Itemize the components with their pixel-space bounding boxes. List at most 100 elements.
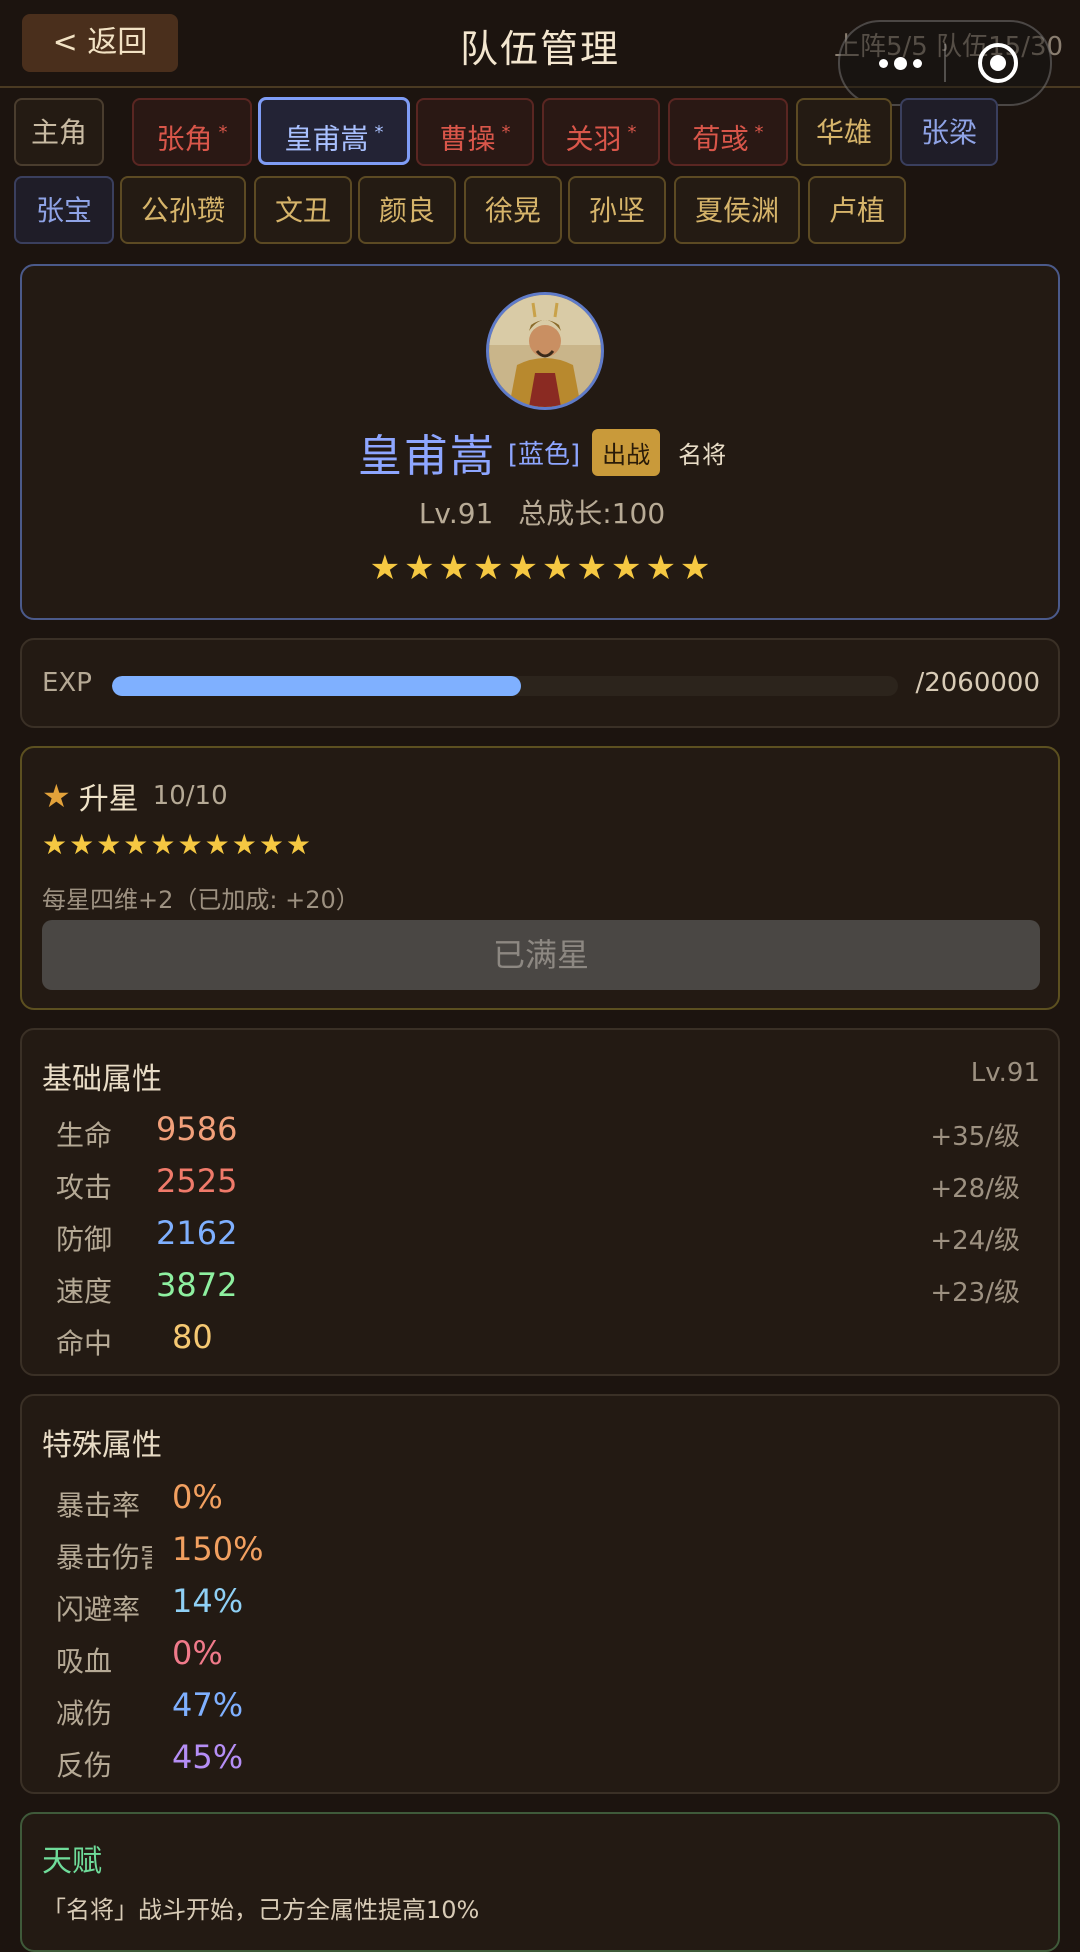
- special-attr-value: 47%: [172, 1686, 244, 1724]
- attr-name: 生命: [56, 1119, 113, 1152]
- close-icon[interactable]: [976, 41, 1020, 85]
- attr-value: 2525: [156, 1162, 238, 1200]
- special-attr-row: 吸血 0%: [56, 1630, 456, 1680]
- hero-tab[interactable]: 主角: [14, 98, 104, 166]
- hero-tab-label: 关羽: [565, 122, 622, 156]
- hero-stars: ★★★★★★★★★★: [369, 548, 715, 588]
- quality-label: [蓝色]: [507, 439, 581, 470]
- special-attr-name: 暴击率: [56, 1489, 141, 1522]
- base-attributes-level: Lv.91: [970, 1058, 1040, 1088]
- hero-growth: 总成长:100: [518, 497, 666, 530]
- star-up-note: 每星四维+2（已加成: +20）: [42, 886, 360, 914]
- special-attr-value: 14%: [172, 1582, 244, 1620]
- star-count: 10/10: [152, 781, 228, 811]
- hero-name: 皇甫嵩: [357, 431, 496, 482]
- exp-panel: EXP /2060000: [20, 638, 1060, 728]
- hero-tab[interactable]: 张梁: [900, 98, 998, 166]
- talent-title: 天赋: [42, 1844, 102, 1879]
- max-star-button[interactable]: 已满星: [42, 920, 1040, 990]
- special-attr-value: 45%: [172, 1738, 244, 1776]
- star-up-stars: ★★★★★★★★★★: [42, 828, 314, 861]
- special-attr-row: 反伤 45%: [56, 1734, 456, 1784]
- star-icon: ★: [42, 777, 71, 815]
- attr-name: 攻击: [56, 1171, 113, 1204]
- star-up-title-row: ★ 升星 10/10: [42, 774, 228, 818]
- hero-tab[interactable]: 华雄: [796, 98, 892, 166]
- hero-tab[interactable]: 张角 *: [132, 98, 252, 166]
- attr-growth: +35/级: [930, 1122, 1020, 1152]
- exp-value: /2060000: [909, 668, 1040, 698]
- hero-tag: 名将: [678, 440, 727, 469]
- hero-tab[interactable]: 皇甫嵩 *: [258, 97, 410, 165]
- hero-tab-label: 张宝: [35, 194, 92, 227]
- attr-growth: +23/级: [930, 1278, 1020, 1308]
- hero-tab[interactable]: 文丑: [254, 176, 352, 244]
- mark-icon: *: [501, 122, 511, 143]
- hero-tab[interactable]: 荀彧 *: [668, 98, 788, 166]
- hero-tab-label: 夏侯渊: [694, 194, 779, 227]
- mark-icon: *: [627, 122, 637, 143]
- attr-name: 防御: [56, 1223, 113, 1256]
- hero-tab-label: 荀彧: [692, 122, 749, 156]
- attr-row: 命中 80: [56, 1314, 1050, 1364]
- hero-tab-label: 文丑: [274, 194, 331, 227]
- attr-name: 速度: [56, 1275, 113, 1308]
- mark-icon: *: [754, 122, 764, 143]
- attr-growth: +24/级: [930, 1226, 1020, 1256]
- hero-tab-label: 张梁: [920, 116, 977, 149]
- special-attributes-title: 特殊属性: [42, 1428, 162, 1463]
- attr-value: 2162: [156, 1214, 238, 1252]
- hero-tab-label: 颜良: [378, 194, 435, 227]
- special-attr-row: 暴击率 0%: [56, 1474, 456, 1524]
- more-icon[interactable]: [870, 48, 930, 78]
- attr-row: 防御 2162 +24/级: [56, 1210, 1050, 1260]
- special-attr-row: 减伤 47%: [56, 1682, 456, 1732]
- mini-program-capsule: [838, 20, 1052, 106]
- attr-row: 速度 3872 +23/级: [56, 1262, 1050, 1312]
- exp-progress-bar: [112, 676, 898, 696]
- special-attributes-panel: 特殊属性 暴击率 0% 暴击伤害 150% 闪避率 14% 吸血 0% 减伤 4…: [20, 1394, 1060, 1794]
- hero-tab[interactable]: 颜良: [358, 176, 456, 244]
- exp-label: EXP: [42, 668, 92, 698]
- hero-tab[interactable]: 徐晃: [464, 176, 562, 244]
- hero-tab[interactable]: 孙坚: [568, 176, 666, 244]
- hero-profile-card: 皇甫嵩 [蓝色] 出战 名将 Lv.91 总成长:100 ★★★★★★★★★★: [20, 264, 1060, 620]
- hero-tab[interactable]: 关羽 *: [542, 98, 660, 166]
- base-attributes-title: 基础属性: [42, 1062, 162, 1097]
- attr-value: 9586: [156, 1110, 238, 1148]
- hero-tab[interactable]: 公孙瓒: [120, 176, 246, 244]
- hero-tab-label: 曹操: [439, 122, 496, 156]
- special-attr-row: 闪避率 14%: [56, 1578, 456, 1628]
- special-attr-name: 暴击伤害: [56, 1541, 152, 1574]
- star-up-title: 升星: [78, 782, 139, 817]
- hero-tab-label: 张角: [156, 122, 213, 156]
- attr-growth: +28/级: [930, 1174, 1020, 1204]
- mark-icon: *: [218, 122, 228, 143]
- star-up-panel: ★ 升星 10/10 ★★★★★★★★★★ 每星四维+2（已加成: +20） 已…: [20, 746, 1060, 1010]
- base-attributes-panel: 基础属性 Lv.91 生命 9586 +35/级 攻击 2525 +28/级 防…: [20, 1028, 1060, 1376]
- hero-tab[interactable]: 张宝: [14, 176, 114, 244]
- hero-tab-label: 卢植: [828, 194, 885, 227]
- hero-tab-label: 徐晃: [484, 194, 541, 227]
- hero-avatar[interactable]: [486, 292, 604, 410]
- hero-tab[interactable]: 夏侯渊: [674, 176, 800, 244]
- hero-name-row: 皇甫嵩 [蓝色] 出战 名将: [22, 420, 1062, 484]
- hero-level: Lv.91: [418, 497, 494, 530]
- attr-value: 80: [172, 1318, 213, 1356]
- hero-tab-label: 公孙瓒: [140, 194, 225, 227]
- hero-tab-label: 主角: [30, 116, 87, 149]
- special-attr-value: 0%: [172, 1478, 223, 1516]
- attr-value: 3872: [156, 1266, 238, 1304]
- special-attr-name: 减伤: [56, 1697, 113, 1730]
- special-attr-name: 反伤: [56, 1749, 113, 1782]
- hero-tab[interactable]: 卢植: [808, 176, 906, 244]
- hero-tab-label: 华雄: [815, 116, 872, 149]
- attr-row: 攻击 2525 +28/级: [56, 1158, 1050, 1208]
- mark-icon: *: [374, 122, 384, 143]
- special-attr-name: 吸血: [56, 1645, 113, 1678]
- top-bar: < 返回 队伍管理 上阵5/5 队伍15/30: [0, 0, 1080, 106]
- hero-tab-label: 皇甫嵩: [284, 122, 369, 156]
- talent-panel: 天赋 「名将」战斗开始，己方全属性提高10%: [20, 1812, 1060, 1952]
- hero-level-row: Lv.91 总成长:100: [22, 492, 1062, 532]
- hero-tab[interactable]: 曹操 *: [416, 98, 534, 166]
